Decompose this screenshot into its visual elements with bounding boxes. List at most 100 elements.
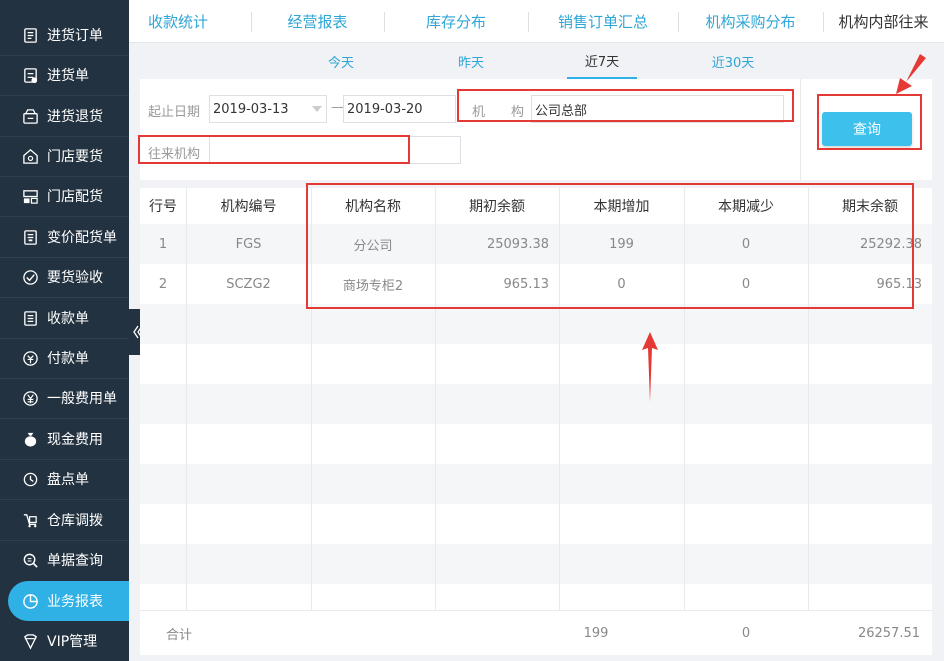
column-divider [311,188,312,610]
sidebar-item-label: 付款单 [47,351,89,367]
tab-5[interactable]: 机构采购分布 [678,0,823,43]
column-header-1[interactable]: 行号 [140,188,186,224]
sidebar-item-15[interactable]: 业务报表 [8,581,129,621]
sidebar-item-14[interactable]: 单据查询 [0,540,129,580]
warehouse-transfer-icon [21,511,39,529]
sidebar-item-3[interactable]: 进货退货 [0,96,129,136]
table-row [140,504,932,544]
inventory-count-icon [21,470,39,488]
sidebar-item-label: 盘点单 [47,472,89,488]
table-cell: 0 [741,236,751,252]
table-cell: 分公司 [353,238,393,254]
table-cell: FGS [235,236,262,252]
sidebar-item-7[interactable]: 要货验收 [0,257,129,297]
period-tab-3[interactable]: 近7天 [567,43,637,79]
partner-org-label: 往来机构 [148,147,201,162]
table-row[interactable]: 2 SCZG2 商场专柜2 965.13 0 0 965.13 [140,264,932,304]
sidebar-item-label: 业务报表 [47,594,103,610]
table-cell: SCZG2 [226,276,271,292]
query-button[interactable]: 查询 [822,112,912,146]
table-row [140,464,932,504]
purchase-order-icon [21,26,39,44]
org-value: 公司总部 [535,103,588,119]
store-distribution-icon [21,187,39,205]
table-row [140,544,932,584]
table-row [140,384,932,424]
period-tabs: 今天 昨天 近7天 近30天 [140,43,932,79]
date-start-value: 2019-03-13 [213,101,289,117]
column-divider [808,188,809,610]
partner-org-input[interactable] [209,136,461,164]
request-check-icon [21,268,39,286]
sidebar-item-label: 要货验收 [47,270,103,286]
tab-1[interactable]: 收款统计 [129,0,227,43]
purchase-icon [21,66,39,84]
footer-total-increase: 199 [583,626,609,641]
price-change-icon [21,228,39,246]
document-search-icon [21,551,39,569]
sidebar-item-2[interactable]: 进货单 [0,55,129,95]
purchase-return-icon [21,107,39,125]
sidebar-item-label: 进货退货 [47,109,103,125]
column-divider [435,188,436,610]
table-row [140,424,932,464]
sidebar-item-label: 一般费用单 [47,391,117,407]
sidebar-item-label: 变价配货单 [47,230,117,246]
sidebar-item-8[interactable]: 收款单 [0,298,129,338]
table-cell: 199 [609,236,634,252]
report-table: 1 FGS 分公司 25093.38 199 0 25292.38 2 SCZG2 商场专柜2 96… [140,188,932,610]
column-header-2[interactable]: 机构编号 [186,188,311,224]
sidebar-item-9[interactable]: 付款单 [0,338,129,378]
sidebar-item-10[interactable]: 一般费用单 [0,378,129,418]
column-header-3[interactable]: 机构名称 [311,188,435,224]
date-end-input[interactable]: 2019-03-20 [343,95,456,123]
footer-total-decrease: 0 [741,626,751,641]
sidebar-item-16[interactable]: VIP管理 [0,621,129,661]
tab-separator [528,12,529,32]
sidebar-item-1[interactable]: 进货订单 [0,15,129,55]
sidebar-item-13[interactable]: 仓库调拨 [0,500,129,540]
table-row[interactable]: 1 FGS 分公司 25093.38 199 0 25292.38 [140,224,932,264]
tab-2[interactable]: 经营报表 [251,0,384,43]
table-cell: 965.13 [503,276,550,292]
sidebar-item-label: 进货订单 [47,28,103,44]
table-cell: 965.13 [876,276,923,292]
sidebar-item-4[interactable]: 门店要货 [0,136,129,176]
table-row [140,304,932,344]
footer-total-label: 合计 [166,628,193,643]
period-tab-1[interactable]: 今天 [306,43,376,79]
column-header-4[interactable]: 期初余额 [435,188,559,224]
sidebar-item-11[interactable]: 现金费用 [0,419,129,459]
store-request-icon [21,147,39,165]
column-header-5[interactable]: 本期增加 [559,188,684,224]
sidebar-item-5[interactable]: 门店配货 [0,176,129,216]
table-cell: 2 [158,276,168,292]
sidebar-item-label: 单据查询 [47,553,103,569]
period-tab-2[interactable]: 昨天 [436,43,506,79]
table-cell: 25093.38 [486,236,549,252]
table-cell: 0 [741,276,751,292]
sidebar-item-6[interactable]: 变价配货单 [0,217,129,257]
tab-3[interactable]: 库存分布 [384,0,528,43]
tab-6[interactable]: 机构内部往来 [823,0,944,43]
date-start-input[interactable]: 2019-03-13 [209,95,327,123]
table-row [140,344,932,384]
cash-bag-icon [21,430,39,448]
tab-separator [251,12,252,32]
yen-icon [21,389,39,407]
payment-icon [21,349,39,367]
sidebar-item-12[interactable]: 盘点单 [0,459,129,499]
sidebar-item-label: 仓库调拨 [47,513,103,529]
vip-icon [21,632,39,650]
sidebar-item-label: 收款单 [47,311,89,327]
tab-4[interactable]: 销售订单汇总 [528,0,678,43]
report-tabs: 收款统计 经营报表 库存分布 销售订单汇总 机构采购分布 机构内部往来 [129,0,944,43]
sidebar-item-label: 门店要货 [47,149,103,165]
sidebar-item-label: 门店配货 [47,189,103,205]
column-header-6[interactable]: 本期减少 [684,188,808,224]
column-header-7[interactable]: 期末余额 [808,188,932,224]
footer-total-ending: 26257.51 [857,626,920,641]
period-tab-4[interactable]: 近30天 [698,43,768,79]
table-cell: 1 [158,236,168,252]
org-input[interactable]: 公司总部 [531,95,784,123]
